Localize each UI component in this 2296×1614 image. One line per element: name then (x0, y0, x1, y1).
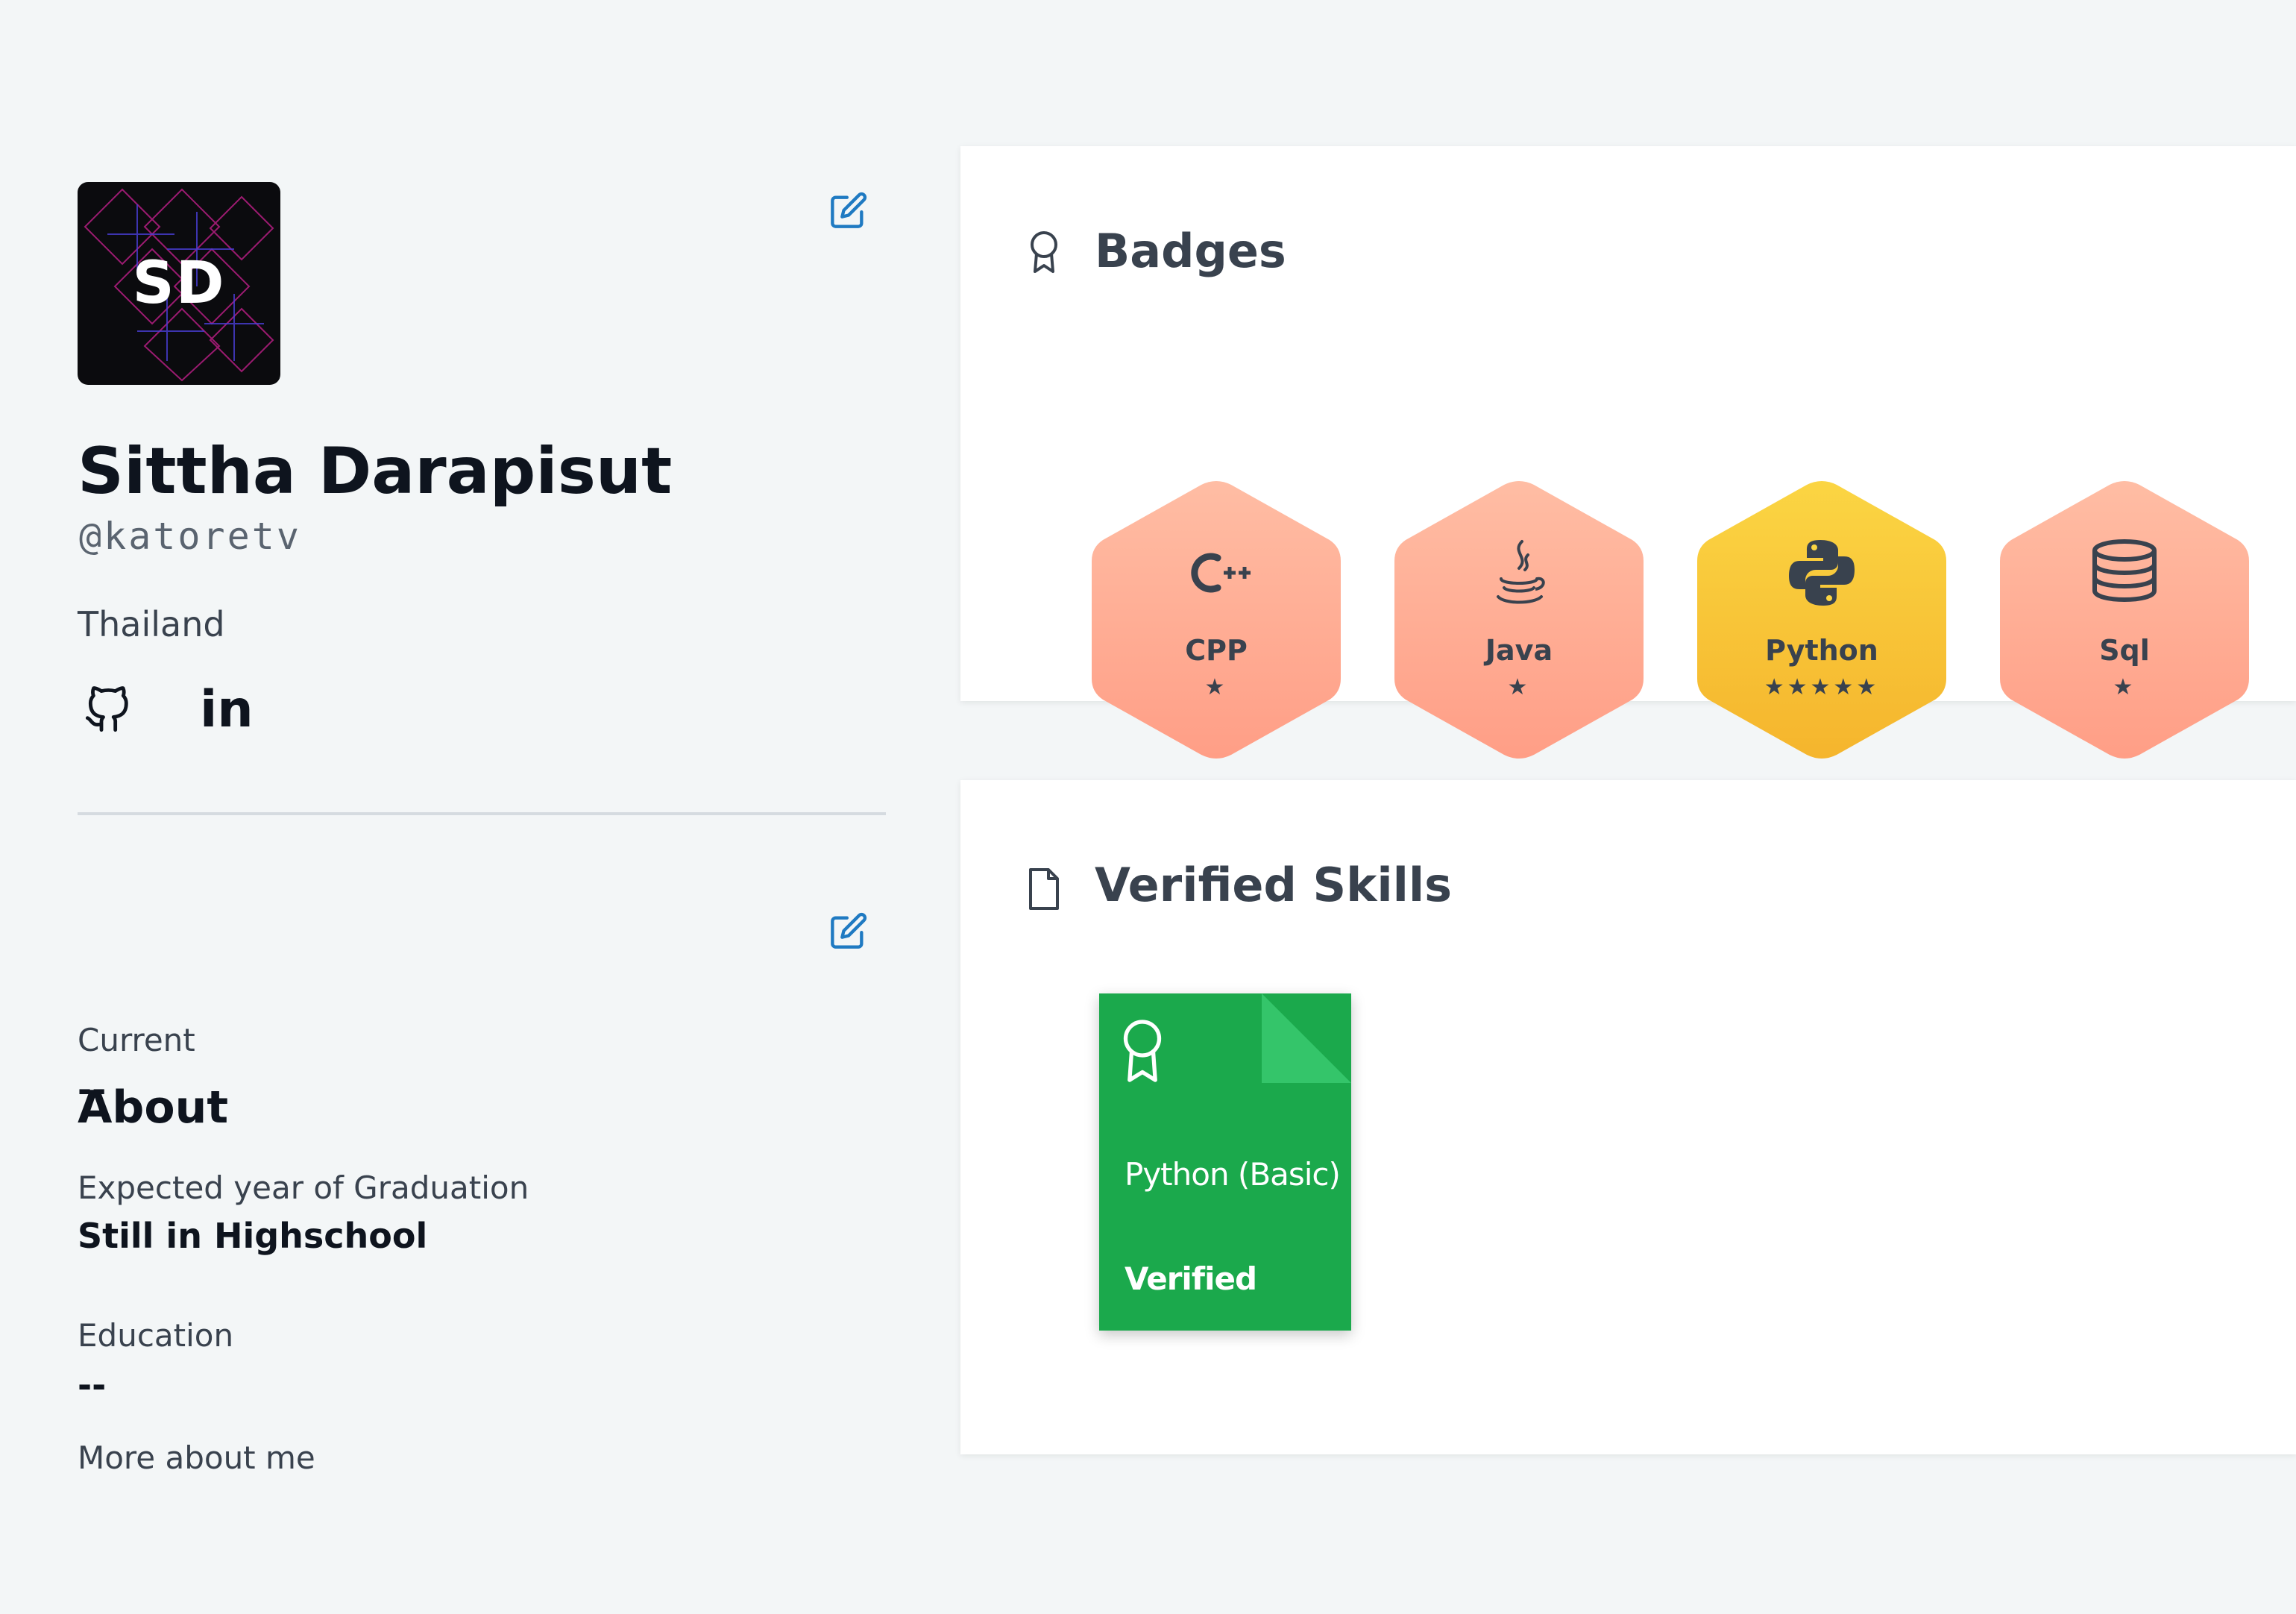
badge-ribbon-icon (1031, 231, 1057, 273)
edit-about-icon[interactable] (829, 911, 868, 950)
badge-java[interactable]: Java ★ (1390, 480, 1648, 759)
education-value: -- (78, 1365, 107, 1405)
profile-country: Thailand (78, 604, 225, 644)
certificate-ribbon-icon (1123, 1020, 1162, 1082)
current-value: -- (78, 1070, 107, 1110)
badge-stars: ★★★★★ (1764, 674, 1880, 700)
avatar-initials: SD (132, 250, 226, 317)
profile-handle: @katoretv (79, 515, 301, 558)
hexagon-shape (1697, 481, 1946, 759)
python-icon (1789, 540, 1855, 606)
skill-name: Python (Basic) (1125, 1156, 1341, 1193)
document-icon (1029, 868, 1059, 910)
skill-card-python-basic[interactable]: Python (Basic) Verified (1099, 993, 1351, 1331)
github-icon[interactable] (84, 686, 131, 734)
linkedin-icon[interactable]: in (200, 680, 254, 739)
graduation-label: Expected year of Graduation (78, 1169, 529, 1206)
graduation-value: Still in Highschool (78, 1216, 428, 1256)
badge-sql[interactable]: Sql ★ (1995, 480, 2253, 759)
hexagon-shape (1394, 481, 1644, 759)
badge-name: Java (1485, 634, 1553, 667)
avatar[interactable]: SD (78, 182, 280, 385)
skill-status: Verified (1125, 1260, 1257, 1297)
badge-cpp[interactable]: CPP ★ (1087, 480, 1345, 759)
corner-fold (1262, 993, 1351, 1083)
java-icon (1497, 540, 1545, 604)
badge-stars: ★ (1507, 674, 1531, 700)
badges-card: Badges CPP ★ Java ★ Python ★★★★★ Sql ★ (960, 146, 2296, 759)
education-label: Education (78, 1317, 234, 1354)
verified-skills-title: Verified Skills (1095, 858, 1452, 912)
cpp-icon (1191, 553, 1251, 593)
badge-name: Sql (2099, 634, 2150, 667)
more-about-me-label: More about me (78, 1439, 315, 1476)
badge-python[interactable]: Python ★★★★★ (1693, 480, 1951, 759)
current-label: Current (78, 1022, 195, 1058)
badge-name: CPP (1185, 634, 1248, 667)
hexagon-shape (1092, 481, 1341, 759)
badges-title: Badges (1095, 224, 1286, 278)
badge-stars: ★ (2113, 674, 2136, 700)
badge-stars: ★ (1204, 674, 1228, 700)
badge-name: Python (1765, 634, 1878, 667)
hexagon-shape (2000, 481, 2249, 759)
sql-icon (2092, 539, 2157, 602)
divider (78, 812, 886, 815)
edit-profile-icon[interactable] (829, 191, 868, 230)
profile-name: Sittha Darapisut (78, 434, 673, 509)
